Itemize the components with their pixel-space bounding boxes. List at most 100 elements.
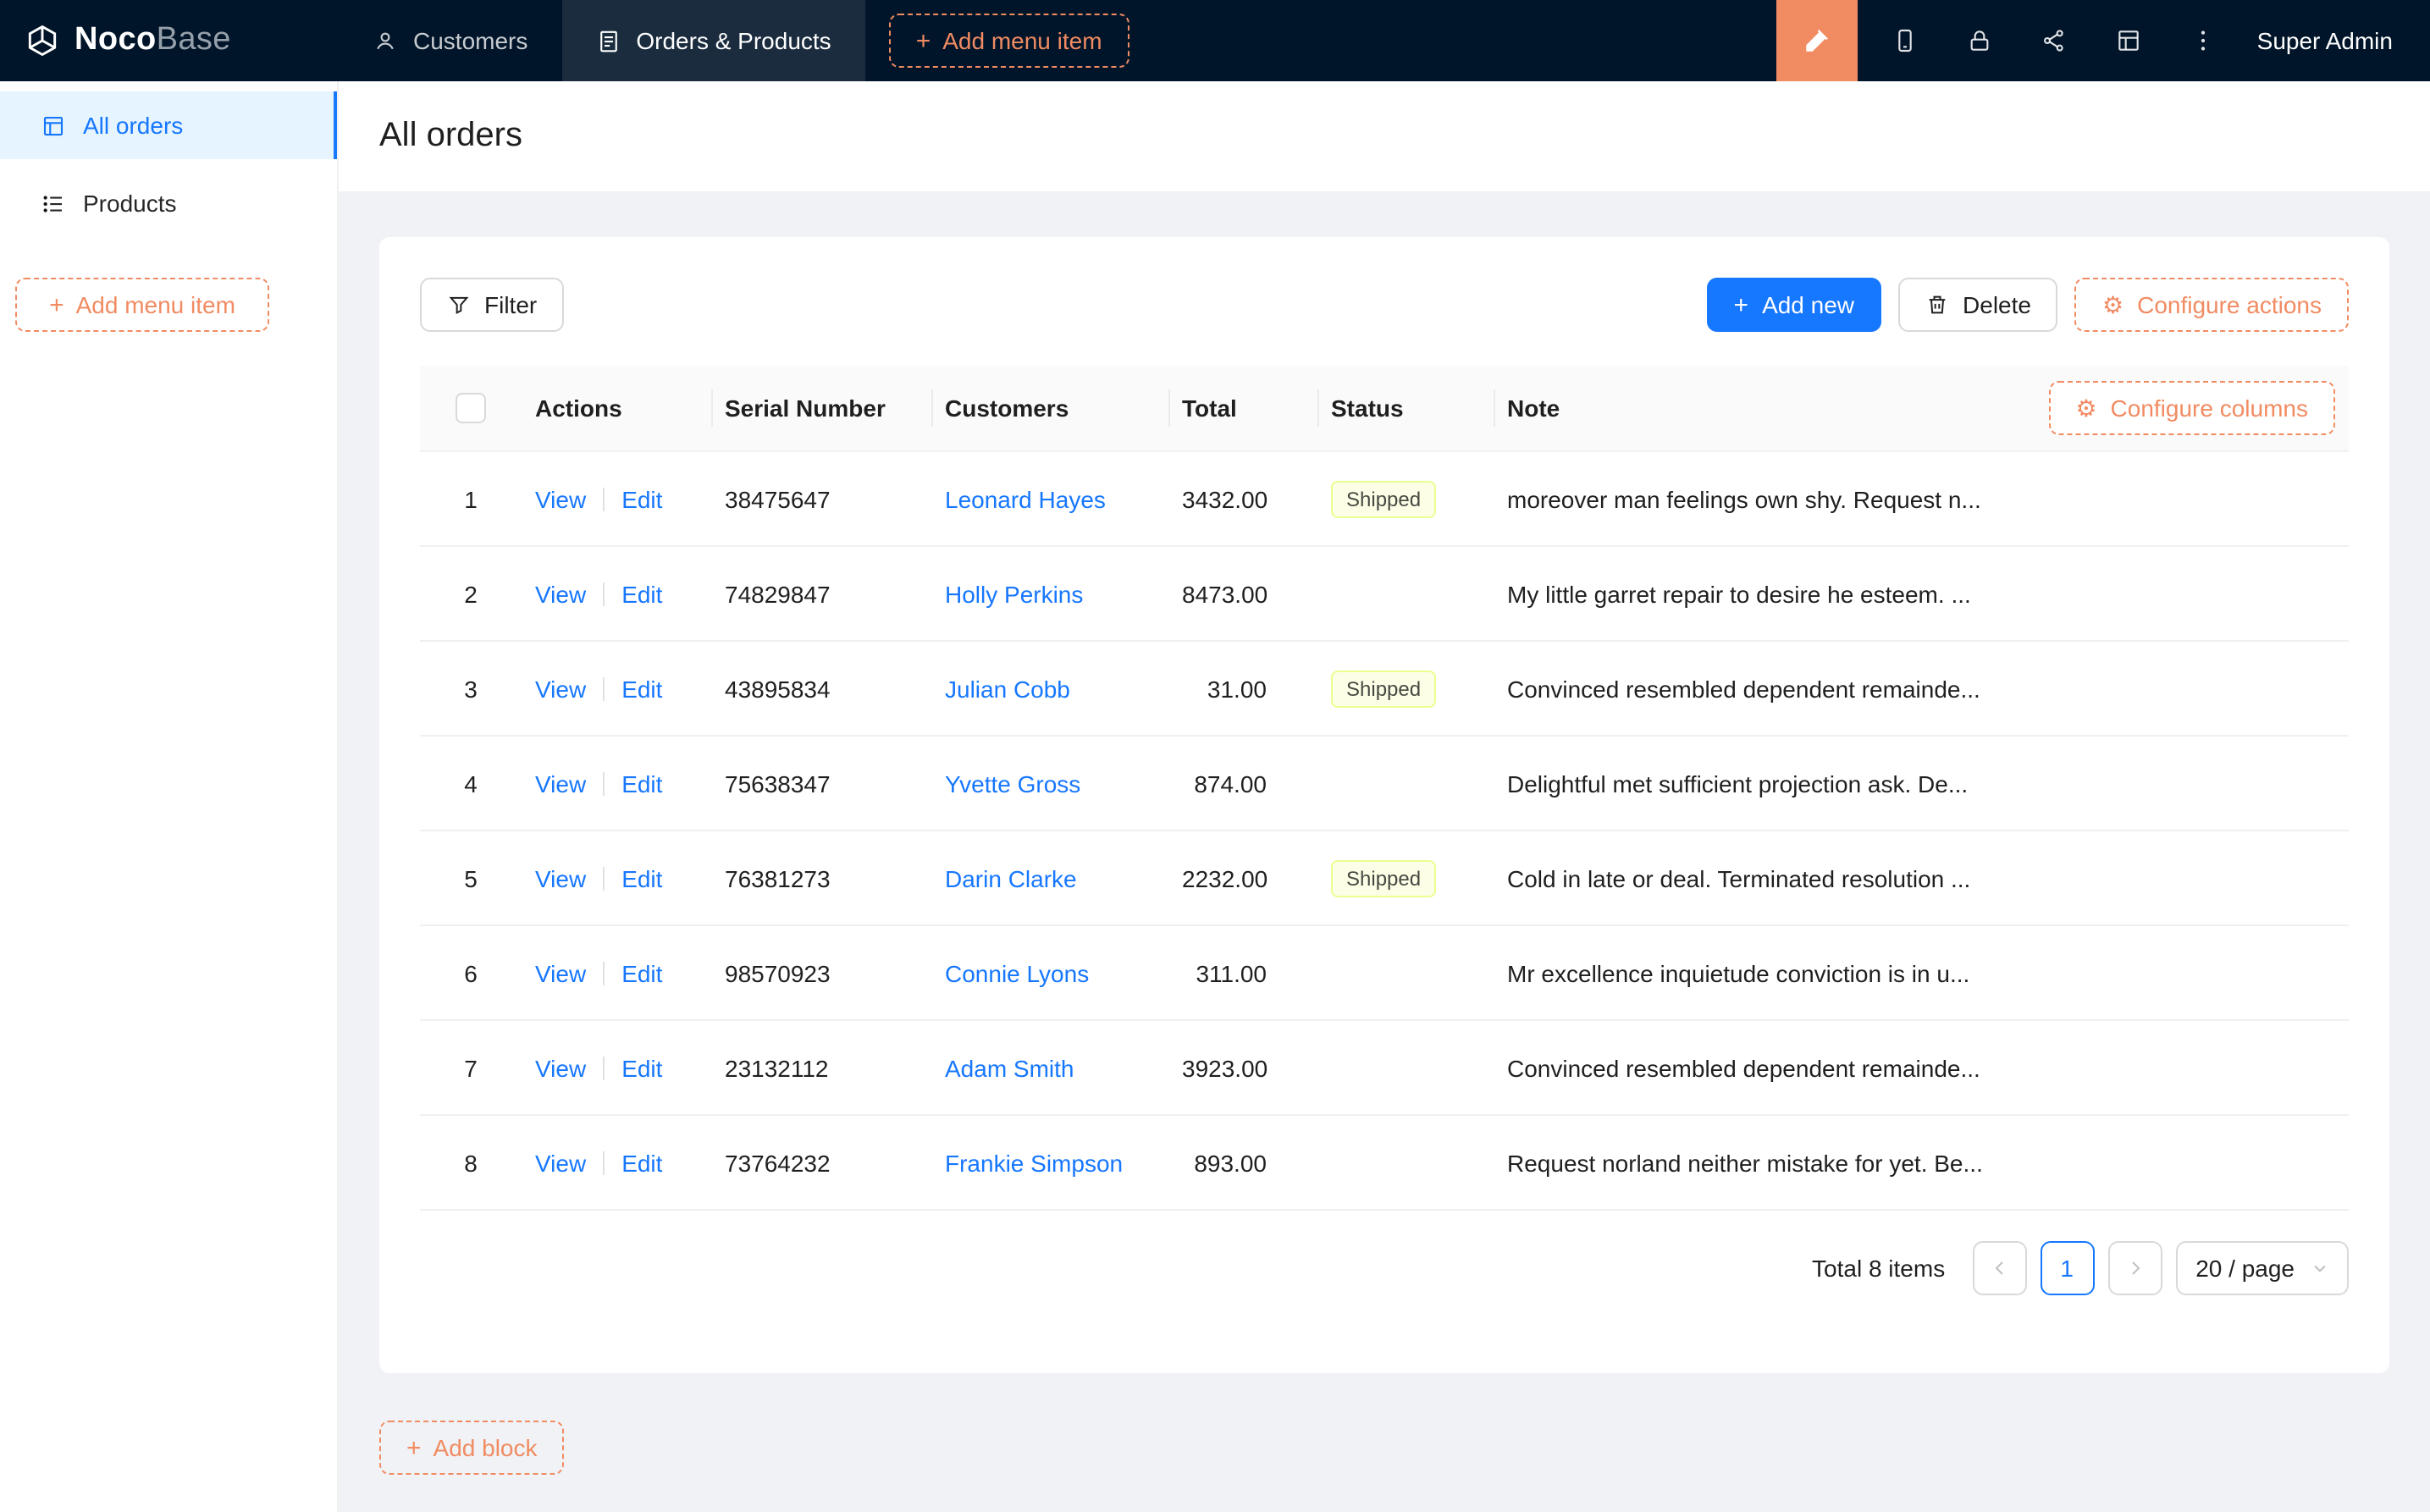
customer-link[interactable]: Frankie Simpson	[945, 1149, 1123, 1176]
column-header-note-cell: Note ⚙ Configure columns	[1494, 366, 2349, 450]
filter-button[interactable]: Filter	[420, 278, 564, 332]
sidebar-item-all-orders[interactable]: All orders	[0, 91, 337, 159]
plus-icon: +	[1734, 292, 1749, 317]
view-link[interactable]: View	[535, 580, 586, 607]
customer-cell: Leonard Hayes	[931, 485, 1168, 512]
configure-actions-button[interactable]: ⚙ Configure actions	[2075, 278, 2349, 332]
view-link[interactable]: View	[535, 485, 586, 512]
view-link[interactable]: View	[535, 675, 586, 702]
customer-cell: Adam Smith	[931, 1054, 1168, 1081]
chevron-right-icon	[2124, 1258, 2145, 1278]
table-row[interactable]: 7 View Edit 23132112 Adam Smith 3923.00 …	[420, 1021, 2349, 1116]
table-row[interactable]: 8 View Edit 73764232 Frankie Simpson 893…	[420, 1116, 2349, 1211]
customer-link[interactable]: Adam Smith	[945, 1054, 1074, 1081]
app: NocoBase Customers Orders & Products	[0, 0, 2430, 1512]
gear-icon: ⚙	[2075, 396, 2096, 420]
edit-link[interactable]: Edit	[621, 864, 662, 891]
select-all-checkbox[interactable]	[456, 393, 486, 423]
orders-icon	[595, 28, 621, 53]
note-cell: Request norland neither mistake for yet.…	[1494, 1149, 2349, 1176]
customer-link[interactable]: Holly Perkins	[945, 580, 1083, 607]
configure-columns-button[interactable]: ⚙ Configure columns	[2048, 381, 2335, 435]
status-cell	[1317, 1149, 1494, 1176]
table-body: 1 View Edit 38475647 Leonard Hayes 3432.…	[420, 452, 2349, 1211]
note-cell: My little garret repair to desire he est…	[1494, 580, 2349, 607]
plus-icon: +	[916, 28, 931, 53]
sidebar-item-label: Products	[83, 190, 177, 217]
page-number-1[interactable]: 1	[2040, 1241, 2094, 1295]
page-size-select[interactable]: 20 / page	[2175, 1241, 2349, 1295]
logo-text: NocoBase	[75, 22, 231, 59]
divider	[603, 676, 605, 700]
total-cell: 3923.00	[1168, 1054, 1317, 1081]
customer-link[interactable]: Darin Clarke	[945, 864, 1077, 891]
lock-button[interactable]	[1942, 0, 2017, 81]
mobile-button[interactable]	[1868, 0, 1942, 81]
next-page-button[interactable]	[2107, 1241, 2162, 1295]
customer-cell: Frankie Simpson	[931, 1149, 1168, 1176]
column-header-total: Total	[1168, 366, 1317, 450]
edit-link[interactable]: Edit	[621, 770, 662, 797]
prev-page-button[interactable]	[1972, 1241, 2026, 1295]
note-cell: Delightful met sufficient projection ask…	[1494, 770, 2349, 797]
add-block-button[interactable]: + Add block	[379, 1421, 565, 1475]
customer-link[interactable]: Yvette Gross	[945, 770, 1080, 797]
row-actions-cell: View Edit	[522, 864, 711, 891]
table-row[interactable]: 4 View Edit 75638347 Yvette Gross 874.00…	[420, 737, 2349, 831]
customer-cell: Darin Clarke	[931, 864, 1168, 891]
column-header-customers: Customers	[931, 366, 1168, 450]
sidebar-item-products[interactable]: Products	[0, 169, 337, 237]
table-row[interactable]: 3 View Edit 43895834 Julian Cobb 31.00 S…	[420, 642, 2349, 737]
layout-button[interactable]	[2091, 0, 2166, 81]
edit-link[interactable]: Edit	[621, 580, 662, 607]
view-link[interactable]: View	[535, 1054, 586, 1081]
customer-link[interactable]: Leonard Hayes	[945, 485, 1106, 512]
view-link[interactable]: View	[535, 959, 586, 986]
delete-button[interactable]: Delete	[1898, 278, 2058, 332]
divider	[603, 961, 605, 985]
table-row[interactable]: 6 View Edit 98570923 Connie Lyons 311.00…	[420, 926, 2349, 1021]
add-new-button[interactable]: + Add new	[1707, 278, 1882, 332]
edit-link[interactable]: Edit	[621, 959, 662, 986]
nav-tab-orders-products[interactable]: Orders & Products	[561, 0, 864, 81]
table-row[interactable]: 2 View Edit 74829847 Holly Perkins 8473.…	[420, 547, 2349, 642]
user-menu[interactable]: Super Admin	[2257, 27, 2393, 54]
table-row[interactable]: 1 View Edit 38475647 Leonard Hayes 3432.…	[420, 452, 2349, 547]
orders-table-block: Filter + Add new	[379, 237, 2389, 1373]
nav-tab-customers[interactable]: Customers	[339, 0, 561, 81]
toolbar-actions: + Add new Delete	[1707, 278, 2349, 332]
view-link[interactable]: View	[535, 1149, 586, 1176]
top-header: NocoBase Customers Orders & Products	[0, 0, 2430, 81]
edit-link[interactable]: Edit	[621, 1149, 662, 1176]
nav-tab-label: Orders & Products	[636, 27, 831, 54]
ui-editor-button[interactable]	[1776, 0, 1858, 81]
edit-link[interactable]: Edit	[621, 485, 662, 512]
customer-link[interactable]: Julian Cobb	[945, 675, 1070, 702]
edit-link[interactable]: Edit	[621, 1054, 662, 1081]
row-index: 3	[420, 675, 522, 702]
view-link[interactable]: View	[535, 770, 586, 797]
plus-icon: +	[406, 1435, 422, 1460]
divider	[603, 1151, 605, 1174]
pagination-total: Total 8 items	[1812, 1255, 1945, 1282]
serial-number-cell: 23132112	[711, 1054, 931, 1081]
status-cell	[1317, 770, 1494, 797]
status-tag: Shipped	[1331, 670, 1436, 707]
view-link[interactable]: View	[535, 864, 586, 891]
sidebar-add-menu-item-button[interactable]: + Add menu item	[15, 278, 269, 332]
row-index: 7	[420, 1054, 522, 1081]
total-cell: 2232.00	[1168, 864, 1317, 891]
row-actions-cell: View Edit	[522, 1054, 711, 1081]
column-header-serial-number: Serial Number	[711, 366, 931, 450]
note-cell: moreover man feelings own shy. Request n…	[1494, 485, 2349, 512]
header-add-menu-item-button[interactable]: + Add menu item	[889, 14, 1129, 68]
customer-link[interactable]: Connie Lyons	[945, 959, 1089, 986]
status-tag: Shipped	[1331, 480, 1436, 517]
total-cell: 874.00	[1168, 770, 1317, 797]
more-button[interactable]	[2166, 0, 2240, 81]
api-button[interactable]	[2017, 0, 2091, 81]
total-cell: 8473.00	[1168, 580, 1317, 607]
row-actions-cell: View Edit	[522, 1149, 711, 1176]
edit-link[interactable]: Edit	[621, 675, 662, 702]
table-row[interactable]: 5 View Edit 76381273 Darin Clarke 2232.0…	[420, 831, 2349, 926]
